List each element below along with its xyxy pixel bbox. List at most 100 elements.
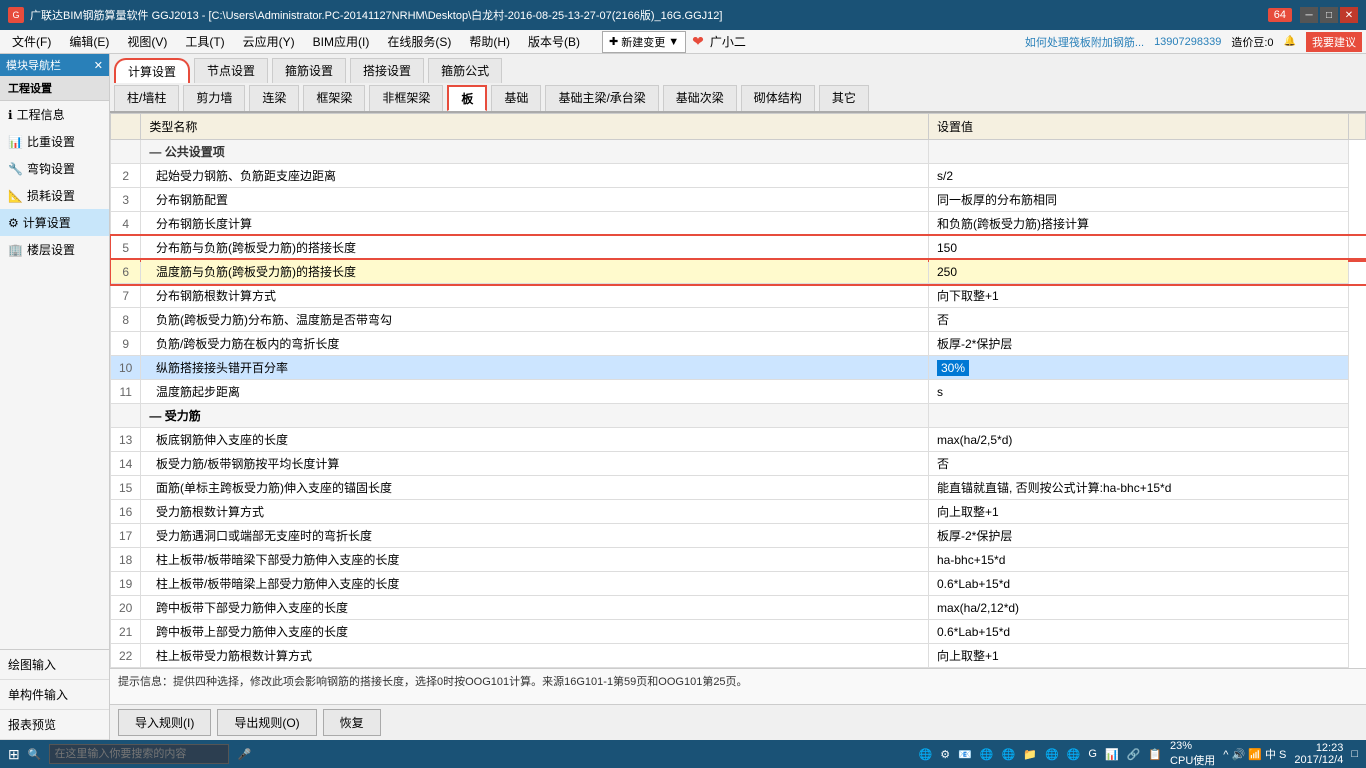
draw-input-btn[interactable]: 绘图输入 <box>0 650 109 680</box>
sidebar-item-loss[interactable]: 📐 损耗设置 <box>0 182 109 209</box>
minimize-button[interactable]: ─ <box>1300 7 1318 23</box>
tab-non-frame-beam[interactable]: 非框架梁 <box>369 85 443 111</box>
taskbar-icon-3: 📧 <box>958 748 972 761</box>
tab-calc-settings[interactable]: 计算设置 <box>114 58 190 83</box>
menu-view[interactable]: 视图(V) <box>119 31 175 52</box>
title-bar: G 广联达BIM钢筋算量软件 GGJ2013 - [C:\Users\Admin… <box>0 0 1366 30</box>
loss-icon: 📐 <box>8 189 23 203</box>
taskbar-icon-1: 🌐 <box>919 748 933 761</box>
table-row: 2 起始受力钢筋、负筋距支座边距离 s/2 <box>111 164 1366 188</box>
calc-icon: ⚙ <box>8 216 19 230</box>
taskbar-icon-8: 🌐 <box>1067 748 1081 761</box>
lightning-icon: ❤ <box>692 33 704 50</box>
taskbar-icon-11: 🔗 <box>1127 748 1141 761</box>
table-row: 7 分布钢筋根数计算方式 向下取整+1 <box>111 284 1366 308</box>
new-change-button[interactable]: ✚ 新建变更 ▼ <box>602 31 686 53</box>
price-info: 造价豆:0 <box>1231 34 1273 50</box>
content-area: 计算设置 节点设置 箍筋设置 搭接设置 箍筋公式 柱/墙柱 剪力墙 连梁 框架梁… <box>110 54 1366 740</box>
button-bar: 导入规则(I) 导出规则(O) 恢复 <box>110 704 1366 740</box>
taskbar-icon-12: 📋 <box>1148 748 1162 761</box>
taskbar-icon-5: 🌐 <box>1002 748 1016 761</box>
cpu-info: 23% CPU使用 <box>1170 740 1215 768</box>
menu-bar: 文件(F) 编辑(E) 视图(V) 工具(T) 云应用(Y) BIM应用(I) … <box>0 30 1366 54</box>
register-button[interactable]: 我要建议 <box>1306 32 1362 52</box>
restore-button[interactable]: 恢复 <box>323 709 381 736</box>
tab-foundation-sub-beam[interactable]: 基础次梁 <box>663 85 737 111</box>
col-name-header: 类型名称 <box>141 114 929 140</box>
taskbar-icon-2: ⚙ <box>940 748 950 761</box>
menu-online[interactable]: 在线服务(S) <box>379 31 459 52</box>
menu-version[interactable]: 版本号(B) <box>520 31 588 52</box>
sidebar-section: 工程设置 <box>0 76 109 101</box>
col-value-header: 设置值 <box>929 114 1349 140</box>
data-table: 类型名称 设置值 — 公共设置项 2 起始受力钢筋、负 <box>110 113 1366 668</box>
bell-icon: 🔔 <box>1284 36 1296 47</box>
close-button[interactable]: ✕ <box>1340 7 1358 23</box>
sidebar: 模块导航栏 ✕ 工程设置 ℹ 工程信息 📊 比重设置 🔧 弯钩设置 📐 损耗设置… <box>0 54 110 740</box>
sidebar-item-engineering-info[interactable]: ℹ 工程信息 <box>0 101 109 128</box>
table-row: 5 分布筋与负筋(跨板受力筋)的搭接长度 150 <box>111 236 1366 260</box>
floors-icon: 🏢 <box>8 243 23 257</box>
tab-column[interactable]: 柱/墙柱 <box>114 85 179 111</box>
hook-icon: 🔧 <box>8 162 23 176</box>
tab-foundation-main-beam[interactable]: 基础主梁/承台梁 <box>545 85 658 111</box>
tab-coupling-beam[interactable]: 连梁 <box>249 85 299 111</box>
search-input[interactable] <box>49 744 229 764</box>
settings-table[interactable]: 类型名称 设置值 — 公共设置项 2 起始受力钢筋、负 <box>110 113 1366 668</box>
tab-masonry[interactable]: 砌体结构 <box>741 85 815 111</box>
table-row: 22 柱上板带受力筋根数计算方式 向上取整+1 <box>111 644 1366 668</box>
sidebar-item-floors[interactable]: 🏢 楼层设置 <box>0 236 109 263</box>
menu-cloud[interactable]: 云应用(Y) <box>235 31 303 52</box>
table-row: 16 受力筋根数计算方式 向上取整+1 <box>111 500 1366 524</box>
tab-frame-beam[interactable]: 框架梁 <box>303 85 365 111</box>
report-btn[interactable]: 报表预览 <box>0 710 109 740</box>
table-row: 20 跨中板带下部受力筋伸入支座的长度 max(ha/2,12*d) <box>111 596 1366 620</box>
taskbar-icon-9: G <box>1088 748 1097 760</box>
table-row: 3 分布钢筋配置 同一板厚的分布筋相同 <box>111 188 1366 212</box>
tab-foundation[interactable]: 基础 <box>491 85 541 111</box>
info-bar: 提示信息：提供四种选择，修改此项会影响钢筋的搭接长度，选择0时按OOG101计算… <box>110 668 1366 704</box>
tab-other[interactable]: 其它 <box>819 85 869 111</box>
chart-icon: 📊 <box>8 135 23 149</box>
sidebar-header: 模块导航栏 ✕ <box>0 54 109 76</box>
table-row: 8 负筋(跨板受力筋)分布筋、温度筋是否带弯勾 否 <box>111 308 1366 332</box>
time-display: 12:23 2017/12/4 <box>1294 742 1343 766</box>
menu-bim[interactable]: BIM应用(I) <box>305 31 378 52</box>
taskbar-icon-7: 🌐 <box>1045 748 1059 761</box>
search-icon: 🔍 <box>28 748 42 761</box>
tab-lap-settings[interactable]: 搭接设置 <box>350 58 424 83</box>
sidebar-bottom: 绘图输入 单构件输入 报表预览 <box>0 649 109 740</box>
menu-file[interactable]: 文件(F) <box>4 31 59 52</box>
menu-tools[interactable]: 工具(T) <box>177 31 232 52</box>
status-bar: ⊞ 🔍 🎤 🌐 ⚙ 📧 🌐 🌐 📁 🌐 🌐 G 📊 🔗 📋 23% CPU使用 … <box>0 740 1366 768</box>
menu-help[interactable]: 帮助(H) <box>461 31 518 52</box>
table-row: — 公共设置项 <box>111 140 1366 164</box>
tab-slab[interactable]: 板 <box>447 85 487 111</box>
menu-edit[interactable]: 编辑(E) <box>61 31 117 52</box>
table-row: 6 温度筋与负筋(跨板受力筋)的搭接长度 250 <box>111 260 1366 284</box>
sidebar-close-icon[interactable]: ✕ <box>94 59 103 72</box>
import-rules-button[interactable]: 导入规则(I) <box>118 709 211 736</box>
help-link[interactable]: 如何处理筏板附加钢筋... <box>1025 34 1144 50</box>
sidebar-item-hook[interactable]: 🔧 弯钩设置 <box>0 155 109 182</box>
notification-icon: □ <box>1351 748 1358 760</box>
taskbar-icon-6: 📁 <box>1023 748 1037 761</box>
info-icon: ℹ <box>8 108 13 122</box>
table-row: 13 板底钢筋伸入支座的长度 max(ha/2,5*d) <box>111 428 1366 452</box>
tab-row-1: 计算设置 节点设置 箍筋设置 搭接设置 箍筋公式 <box>110 54 1366 83</box>
mic-icon: 🎤 <box>237 748 251 761</box>
sidebar-item-weight[interactable]: 📊 比重设置 <box>0 128 109 155</box>
new-change-icon: ✚ <box>609 35 618 48</box>
table-row: 21 跨中板带上部受力筋伸入支座的长度 0.6*Lab+15*d <box>111 620 1366 644</box>
table-row: 18 柱上板带/板带暗梁下部受力筋伸入支座的长度 ha-bhc+15*d <box>111 548 1366 572</box>
tab-shear-wall[interactable]: 剪力墙 <box>183 85 245 111</box>
sidebar-item-calc[interactable]: ⚙ 计算设置 <box>0 209 109 236</box>
tab-stirrup-settings[interactable]: 箍筋设置 <box>272 58 346 83</box>
export-rules-button[interactable]: 导出规则(O) <box>217 709 316 736</box>
tab-stirrup-formula[interactable]: 箍筋公式 <box>428 58 502 83</box>
tab-node-settings[interactable]: 节点设置 <box>194 58 268 83</box>
blue-value: 30% <box>937 360 969 376</box>
table-row: 17 受力筋遇洞口或端部无支座时的弯折长度 板厚-2*保护层 <box>111 524 1366 548</box>
maximize-button[interactable]: □ <box>1320 7 1338 23</box>
single-member-btn[interactable]: 单构件输入 <box>0 680 109 710</box>
